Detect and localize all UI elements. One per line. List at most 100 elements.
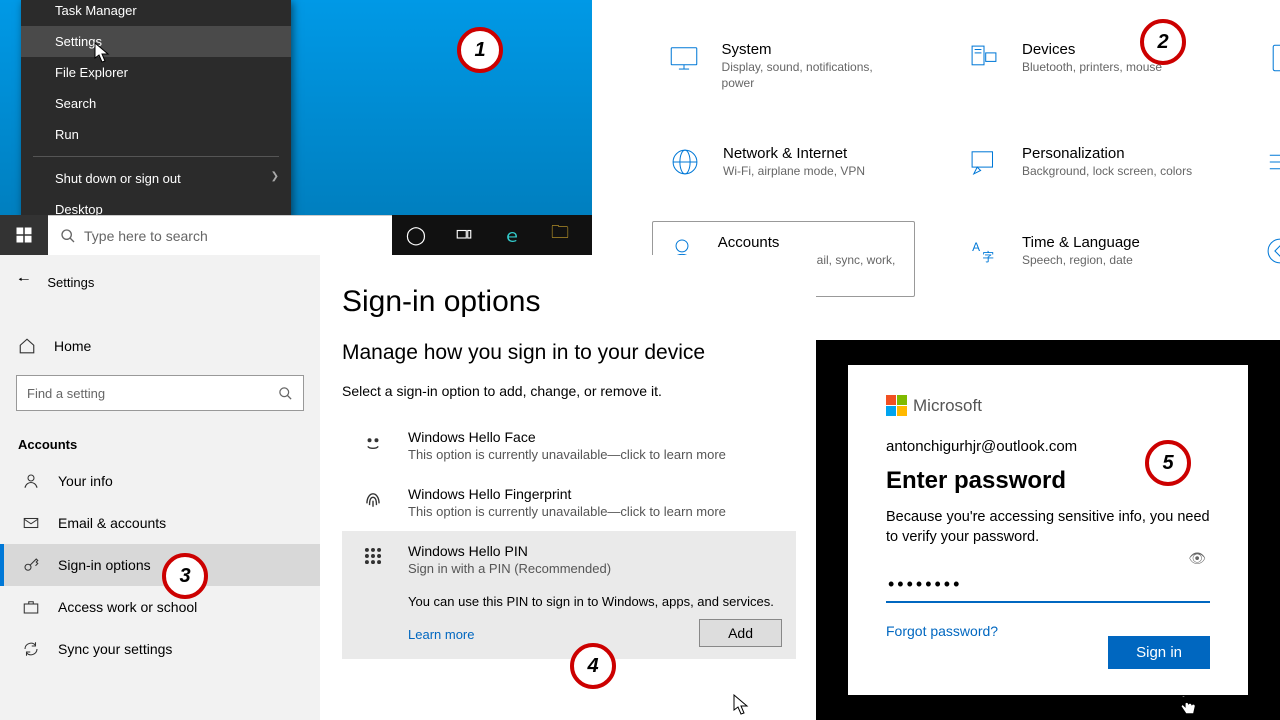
task-view-icon[interactable] xyxy=(440,215,488,255)
mail-icon xyxy=(22,514,40,532)
taskbar-search-placeholder: Type here to search xyxy=(84,228,208,244)
nav-your-info[interactable]: Your info xyxy=(0,460,320,502)
nav-signin-options[interactable]: Sign-in options xyxy=(0,544,320,586)
svg-text:A: A xyxy=(972,240,980,254)
add-button[interactable]: Add xyxy=(699,619,782,647)
globe-icon xyxy=(668,145,702,179)
nav-label: Access work or school xyxy=(58,599,197,615)
category-sub: Bluetooth, printers, mouse xyxy=(1022,60,1162,76)
winx-shutdown[interactable]: Shut down or sign out ❯ xyxy=(21,163,291,194)
dialog-reason: Because you're accessing sensitive info,… xyxy=(886,507,1210,548)
category-title: Network & Internet xyxy=(723,145,865,162)
category-personalization[interactable]: Personalization Background, lock screen, … xyxy=(951,132,1214,193)
option-hello-pin[interactable]: Windows Hello PIN Sign in with a PIN (Rec… xyxy=(342,531,796,659)
option-detail: You can use this PIN to sign in to Windo… xyxy=(408,594,782,609)
sidebar-section: Accounts xyxy=(0,429,320,460)
winx-file-explorer[interactable]: File Explorer xyxy=(21,57,291,88)
category-gaming-partial[interactable] xyxy=(1250,221,1280,297)
reveal-password-icon[interactable]: 👁 xyxy=(1188,550,1206,567)
option-sub: This option is currently unavailable—cli… xyxy=(408,447,726,462)
back-label: Settings xyxy=(47,275,94,290)
cortana-icon[interactable]: ◯ xyxy=(392,215,440,255)
category-sub: Wi-Fi, airplane mode, VPN xyxy=(723,164,865,180)
winx-search[interactable]: Search xyxy=(21,88,291,119)
taskbar-search[interactable]: Type here to search xyxy=(48,215,392,255)
taskbar-pinned: ◯ ｅ 🗀 xyxy=(392,215,584,255)
winx-run[interactable]: Run xyxy=(21,119,291,150)
home-link[interactable]: Home xyxy=(0,327,320,365)
step-badge-2: 2 xyxy=(1140,19,1186,65)
category-sub: Speech, region, date xyxy=(1022,253,1140,269)
search-icon xyxy=(278,386,293,401)
winx-shutdown-label: Shut down or sign out xyxy=(55,171,181,186)
page-instruction: Select a sign-in option to add, change, … xyxy=(342,383,796,399)
signin-button[interactable]: Sign in xyxy=(1108,636,1210,669)
svg-text:字: 字 xyxy=(982,250,994,264)
settings-sidebar: 🠐 Settings Home Find a setting Accounts … xyxy=(0,255,320,720)
panel-ms-signin: Microsoft antonchigurhjr@outlook.com Ent… xyxy=(816,340,1280,720)
settings-search-placeholder: Find a setting xyxy=(27,386,105,401)
page-title: Sign-in options xyxy=(342,285,796,319)
paint-icon xyxy=(967,145,1001,179)
key-icon xyxy=(22,556,40,574)
phone-icon xyxy=(1263,41,1280,75)
nav-sync[interactable]: Sync your settings xyxy=(0,628,320,670)
step-badge-4: 4 xyxy=(570,643,616,689)
nav-label: Sign-in options xyxy=(58,557,151,573)
cursor-icon xyxy=(733,694,749,716)
option-hello-face[interactable]: Windows Hello Face This option is current… xyxy=(342,417,796,474)
briefcase-icon xyxy=(22,598,40,616)
devices-icon xyxy=(967,41,1001,75)
forgot-password-link[interactable]: Forgot password? xyxy=(886,623,998,639)
option-sub: This option is currently unavailable—cli… xyxy=(408,504,726,519)
option-hello-fingerprint[interactable]: Windows Hello Fingerprint This option is … xyxy=(342,474,796,531)
sync-icon xyxy=(22,640,40,658)
option-title: Windows Hello Fingerprint xyxy=(408,486,726,502)
category-title: Personalization xyxy=(1022,145,1192,162)
category-system[interactable]: SystemDisplay, sound, notifications, pow… xyxy=(652,28,915,104)
chevron-right-icon: ❯ xyxy=(271,171,279,182)
settings-content: Sign-in options Manage how you sign in t… xyxy=(320,255,816,720)
option-title: Windows Hello PIN xyxy=(408,543,611,559)
gaming-icon xyxy=(1263,234,1280,268)
step-badge-5: 5 xyxy=(1145,440,1191,486)
category-title: Time & Language xyxy=(1022,234,1140,251)
step-badge-1: 1 xyxy=(457,27,503,73)
page-subtitle: Manage how you sign in to your device xyxy=(342,341,796,365)
home-icon xyxy=(18,337,36,355)
back-button[interactable]: 🠐 Settings xyxy=(0,265,320,299)
winx-settings[interactable]: Settings xyxy=(21,26,291,57)
edge-icon[interactable]: ｅ xyxy=(488,215,536,255)
category-phone-partial[interactable] xyxy=(1250,28,1280,104)
category-title: Accounts xyxy=(718,234,902,251)
settings-search[interactable]: Find a setting xyxy=(16,375,304,411)
category-network[interactable]: Network & Internet Wi-Fi, airplane mode, … xyxy=(652,132,915,193)
start-button[interactable] xyxy=(0,215,48,255)
step-badge-3: 3 xyxy=(162,553,208,599)
fingerprint-icon xyxy=(360,486,386,512)
apps-icon xyxy=(1263,145,1280,179)
signin-card: Microsoft antonchigurhjr@outlook.com Ent… xyxy=(848,365,1248,695)
category-sub: Background, lock screen, colors xyxy=(1022,164,1192,180)
pin-keypad-icon xyxy=(360,543,386,569)
file-explorer-icon[interactable]: 🗀 xyxy=(536,215,584,255)
option-sub: Sign in with a PIN (Recommended) xyxy=(408,561,611,576)
winx-task-manager[interactable]: Task Manager xyxy=(21,0,291,26)
category-time-language[interactable]: A字 Time & Language Speech, region, date xyxy=(951,221,1214,297)
system-icon xyxy=(667,41,701,75)
option-title: Windows Hello Face xyxy=(408,429,726,445)
nav-email-accounts[interactable]: Email & accounts xyxy=(0,502,320,544)
password-input[interactable] xyxy=(886,570,1210,603)
panel-start-menu: Task Manager Settings File Explorer Sear… xyxy=(0,0,592,255)
cursor-hand-icon xyxy=(1176,695,1196,719)
windows-logo-icon xyxy=(15,226,33,244)
person-icon xyxy=(22,472,40,490)
microsoft-brand-text: Microsoft xyxy=(913,396,982,416)
category-apps-partial[interactable] xyxy=(1250,132,1280,193)
nav-label: Email & accounts xyxy=(58,515,166,531)
nav-label: Sync your settings xyxy=(58,641,172,657)
face-icon xyxy=(360,429,386,455)
learn-more-link[interactable]: Learn more xyxy=(408,627,474,642)
nav-work-school[interactable]: Access work or school xyxy=(0,586,320,628)
search-icon xyxy=(60,228,76,244)
